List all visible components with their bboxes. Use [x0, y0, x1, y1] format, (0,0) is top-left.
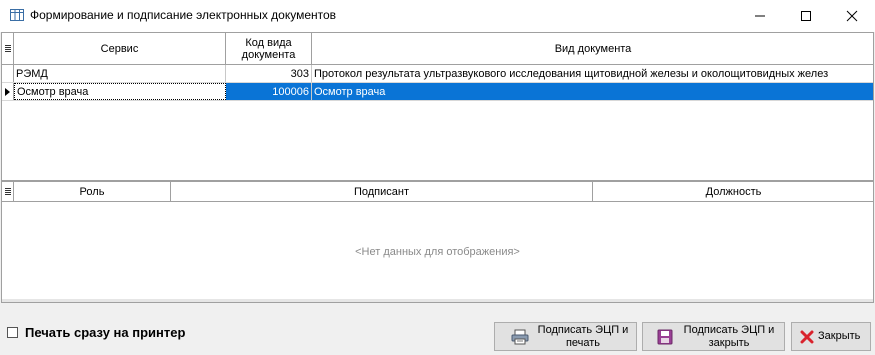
window-title: Формирование и подписание электронных до…: [30, 8, 337, 22]
save-floppy-icon: [657, 329, 673, 344]
column-header-service[interactable]: Сервис: [14, 33, 226, 64]
sign-close-button[interactable]: Подписать ЭЦП и закрыть: [642, 322, 785, 351]
table-row[interactable]: РЭМД 303 Протокол результата ультразвуко…: [2, 65, 873, 83]
empty-grid-message: <Нет данных для отображения>: [355, 246, 520, 258]
red-cross-icon: [800, 330, 814, 343]
column-header-doc-code[interactable]: Код вида документа: [226, 33, 312, 64]
cell-service: Осмотр врача: [14, 83, 226, 100]
minimize-icon: [755, 15, 765, 17]
print-checkbox-label[interactable]: Печать сразу на принтер: [25, 325, 185, 340]
cell-code: 303: [226, 65, 312, 82]
signers-grid: Роль Подписант Должность <Нет данных для…: [1, 181, 874, 303]
row-indicator: [2, 83, 14, 100]
column-header-signer[interactable]: Подписант: [171, 182, 593, 201]
column-chooser-icon[interactable]: [2, 33, 14, 64]
close-icon: [846, 10, 858, 22]
documents-grid-header: Сервис Код вида документа Вид документа: [2, 33, 873, 65]
print-checkbox[interactable]: [7, 327, 18, 338]
title-bar: Формирование и подписание электронных до…: [0, 0, 875, 32]
signers-grid-header: Роль Подписант Должность: [2, 182, 873, 202]
sign-print-button[interactable]: Подписать ЭЦП и печать: [494, 322, 637, 351]
table-icon: [10, 9, 24, 21]
sign-print-label: Подписать ЭЦП и печать: [537, 323, 629, 349]
column-header-position[interactable]: Должность: [593, 182, 873, 201]
close-button[interactable]: Закрыть: [791, 322, 871, 351]
table-row-selected[interactable]: Осмотр врача 100006 Осмотр врача: [2, 83, 873, 101]
cell-doc-type: Протокол результата ультразвукового иссл…: [314, 67, 829, 80]
printer-icon: [511, 329, 529, 344]
documents-grid: Сервис Код вида документа Вид документа …: [1, 32, 874, 181]
sign-close-label: Подписать ЭЦП и закрыть: [683, 323, 775, 349]
minimize-button[interactable]: [737, 0, 783, 32]
current-row-arrow-icon: [5, 87, 10, 96]
column-chooser-icon[interactable]: [2, 182, 14, 201]
column-header-role[interactable]: Роль: [14, 182, 171, 201]
cell-doc-type: Осмотр врача: [312, 83, 873, 100]
column-header-doc-type[interactable]: Вид документа: [312, 33, 873, 64]
maximize-icon: [801, 11, 811, 21]
maximize-button[interactable]: [783, 0, 829, 32]
cell-service: РЭМД: [14, 65, 226, 82]
row-indicator: [2, 65, 14, 82]
close-label: Закрыть: [818, 330, 861, 342]
cell-code: 100006: [226, 83, 312, 100]
close-window-button[interactable]: [829, 0, 875, 32]
horizontal-scrollbar[interactable]: [2, 299, 873, 302]
